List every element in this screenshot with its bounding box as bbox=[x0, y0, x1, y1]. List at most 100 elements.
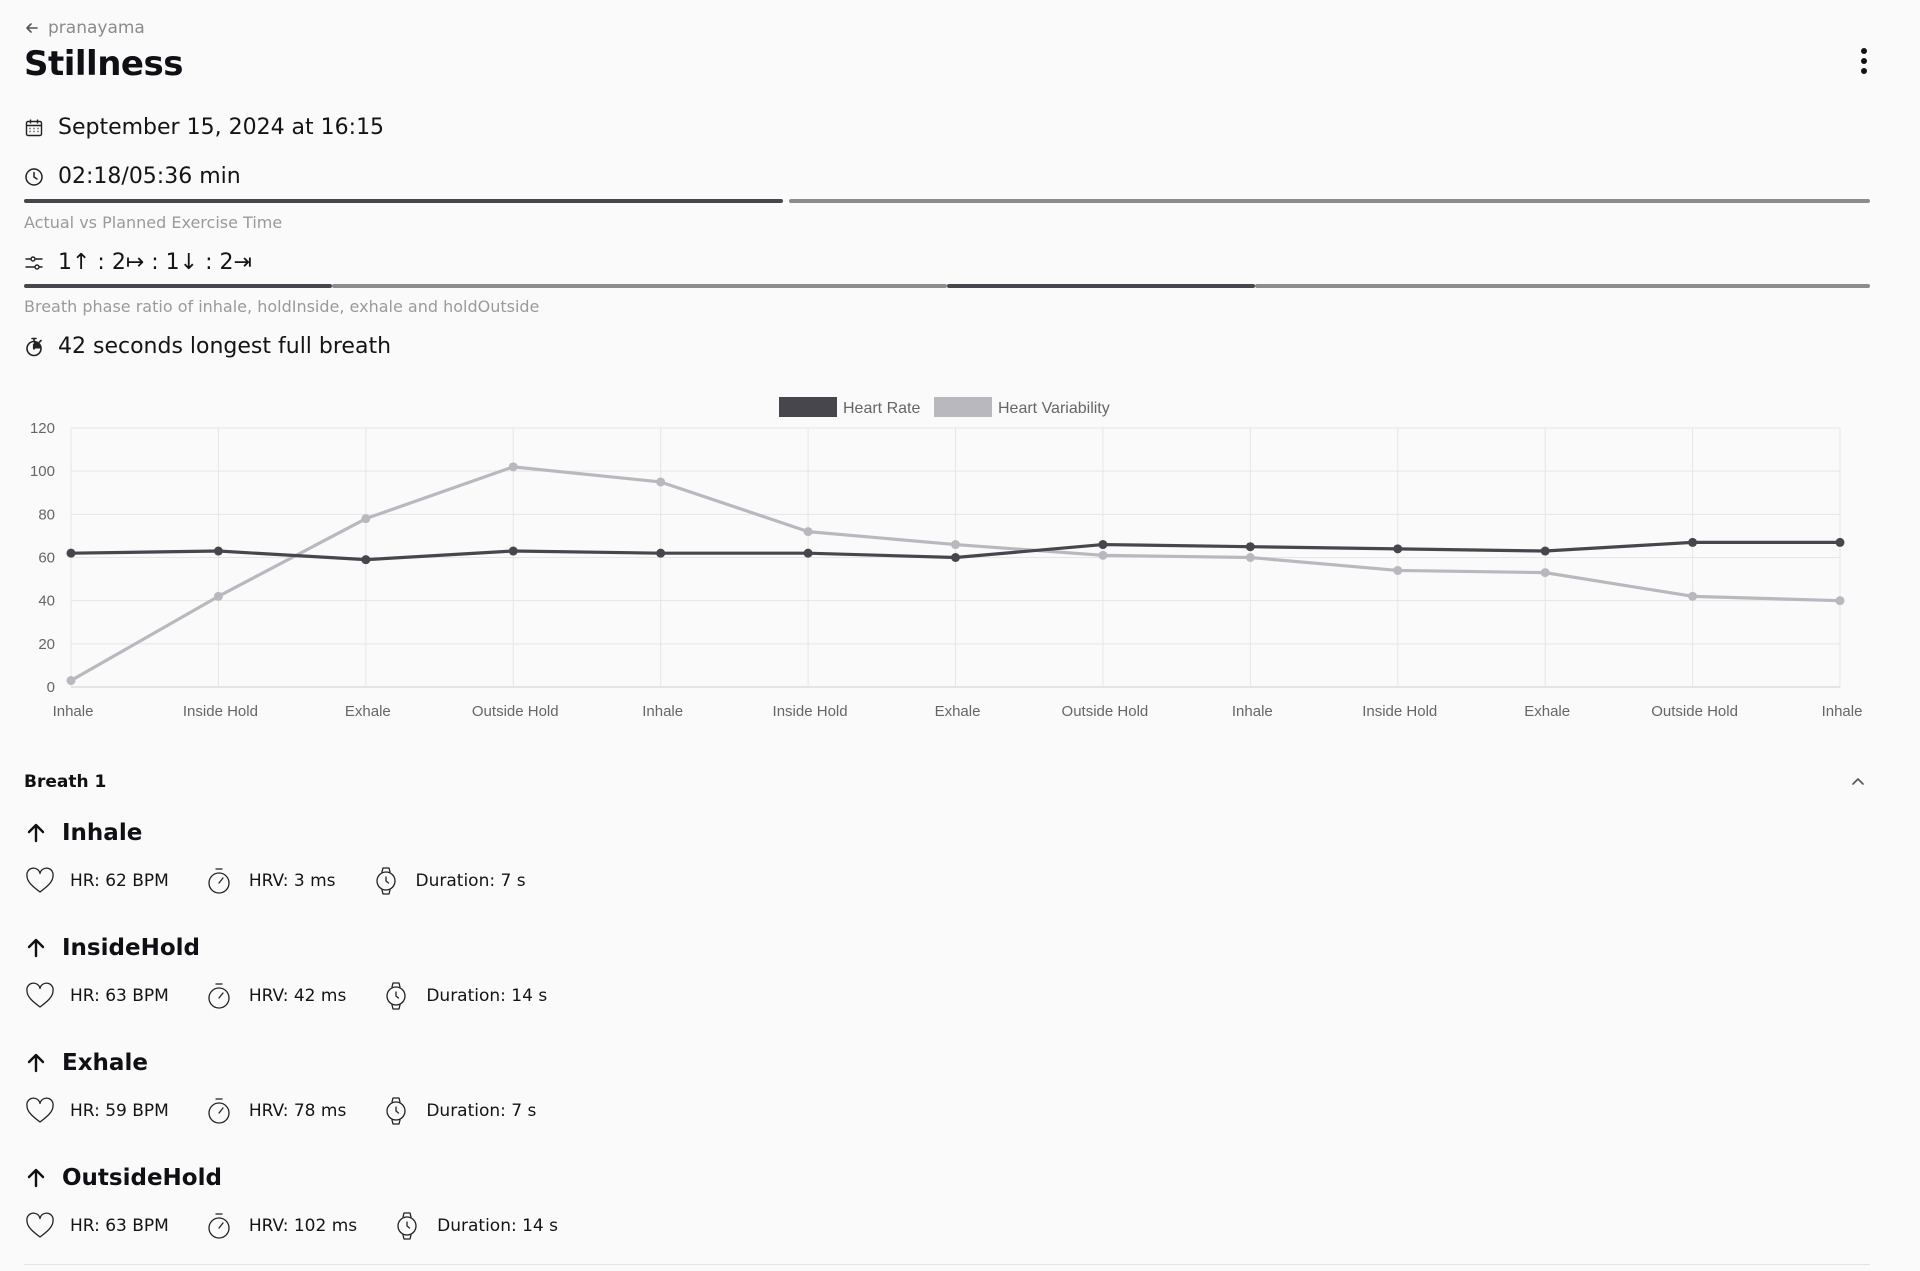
back-link[interactable]: pranayama bbox=[24, 18, 145, 38]
x-tick-label: Inhale bbox=[1822, 703, 1863, 720]
y-tick-label: 80 bbox=[38, 506, 55, 523]
time-progress-actual bbox=[24, 199, 783, 203]
heart-chart: 0 20 40 60 80 100 120 Inhale Inside Hold Exhale Ou… bbox=[30, 397, 1863, 720]
data-point bbox=[1098, 540, 1108, 550]
session-time-row: 02:18/05:36 min bbox=[24, 164, 241, 189]
phase-heading: Exhale bbox=[24, 1050, 148, 1076]
timer-icon bbox=[208, 983, 230, 1009]
x-tick-label: Exhale bbox=[935, 703, 981, 720]
phase-metrics: HR: 63 BPM HRV: 42 ms Duration: 14 s bbox=[24, 980, 581, 1012]
time-caption: Actual vs Planned Exercise Time bbox=[24, 213, 283, 232]
data-point bbox=[213, 591, 223, 601]
phase-name: Exhale bbox=[62, 1050, 148, 1076]
arrow-up-icon bbox=[27, 1053, 45, 1073]
timer-icon bbox=[208, 1098, 230, 1124]
y-tick-label: 120 bbox=[30, 420, 55, 437]
x-tick-label: Inhale bbox=[1232, 703, 1273, 720]
data-point bbox=[656, 477, 666, 487]
ratio-inhale bbox=[24, 284, 332, 288]
longest-breath: 42 seconds longest full breath bbox=[58, 334, 392, 359]
more-options-button[interactable] bbox=[1850, 46, 1878, 80]
clock-icon bbox=[25, 167, 43, 186]
phase-name: InsideHold bbox=[62, 935, 200, 961]
session-time: 02:18/05:36 min bbox=[58, 164, 241, 189]
x-tick-label: Inside Hold bbox=[773, 703, 848, 720]
duration-metric: Duration: 7 s bbox=[370, 865, 526, 897]
hrv-value: HRV: 42 ms bbox=[248, 986, 347, 1006]
legend-label: Heart Rate bbox=[843, 400, 920, 417]
heart-icon bbox=[26, 1212, 54, 1238]
session-date-row: September 15, 2024 at 16:15 bbox=[24, 115, 384, 140]
data-point bbox=[1393, 565, 1403, 575]
data-point bbox=[951, 540, 960, 550]
duration-metric: Duration: 14 s bbox=[380, 980, 547, 1012]
data-point bbox=[1098, 550, 1108, 560]
data-point bbox=[66, 676, 76, 686]
arrow-up-icon bbox=[27, 938, 45, 958]
legend-swatch bbox=[934, 397, 992, 417]
hr-value: HR: 59 BPM bbox=[70, 1101, 169, 1121]
data-point bbox=[1540, 568, 1550, 578]
x-tick-label: Inside Hold bbox=[1362, 703, 1437, 720]
duration-metric: Duration: 14 s bbox=[391, 1210, 558, 1242]
collapse-breath-button[interactable] bbox=[1846, 770, 1870, 794]
heart-icon bbox=[26, 982, 54, 1008]
hr-value: HR: 62 BPM bbox=[70, 871, 169, 891]
breath-ratio-row: 1↑ : 2↦ : 1↓ : 2⇥ bbox=[24, 250, 252, 275]
chevron-up-icon bbox=[1852, 778, 1864, 785]
phase-metrics: HR: 59 BPM HRV: 78 ms Duration: 7 s bbox=[24, 1095, 570, 1127]
timer-icon bbox=[208, 868, 230, 894]
y-tick-label: 20 bbox=[38, 636, 55, 653]
hrv-metric: HRV: 42 ms bbox=[203, 980, 347, 1012]
data-point bbox=[213, 546, 223, 556]
hr-value: HR: 63 BPM bbox=[70, 986, 169, 1006]
stopwatch-icon bbox=[26, 337, 42, 356]
phase-heading: Inhale bbox=[24, 820, 142, 846]
ratio-exhale bbox=[947, 284, 1255, 288]
hr-metric: HR: 62 BPM bbox=[24, 865, 169, 897]
time-progress-bar bbox=[24, 199, 1870, 205]
data-point bbox=[1835, 537, 1845, 547]
arrow-up-icon bbox=[27, 1168, 45, 1188]
phase-heading: InsideHold bbox=[24, 935, 200, 961]
duration-value: Duration: 14 s bbox=[426, 986, 548, 1006]
x-tick-label: Inhale bbox=[642, 703, 683, 720]
longest-breath-row: 42 seconds longest full breath bbox=[24, 334, 391, 359]
breath-section-title: Breath 1 bbox=[24, 772, 107, 792]
heart-icon bbox=[26, 867, 54, 893]
hrv-value: HRV: 102 ms bbox=[248, 1216, 358, 1236]
data-point bbox=[1245, 542, 1255, 552]
page-title: Stillness bbox=[24, 44, 183, 84]
data-point bbox=[1540, 546, 1550, 556]
duration-value: Duration: 7 s bbox=[415, 871, 526, 891]
back-link-label: pranayama bbox=[48, 18, 145, 38]
watch-icon bbox=[375, 867, 396, 895]
data-point bbox=[361, 555, 371, 565]
legend-swatch bbox=[779, 397, 837, 417]
ratio-hold-outside bbox=[1254, 284, 1870, 288]
more-vertical-icon bbox=[1861, 48, 1867, 74]
session-date: September 15, 2024 at 16:15 bbox=[58, 115, 385, 140]
arrow-up-icon bbox=[27, 823, 45, 843]
data-point bbox=[508, 462, 518, 472]
x-tick-label: Inside Hold bbox=[183, 703, 258, 720]
hrv-metric: HRV: 102 ms bbox=[203, 1210, 357, 1242]
hr-metric: HR: 63 BPM bbox=[24, 1210, 169, 1242]
duration-value: Duration: 14 s bbox=[437, 1216, 558, 1236]
data-point bbox=[803, 527, 813, 537]
y-tick-label: 0 bbox=[47, 679, 55, 696]
x-tick-label: Outside Hold bbox=[1062, 703, 1149, 720]
phase-heading: OutsideHold bbox=[24, 1165, 222, 1191]
breath-ratio: 1↑ : 2↦ : 1↓ : 2⇥ bbox=[58, 250, 252, 275]
x-tick-label: Inhale bbox=[53, 703, 94, 720]
calendar-icon bbox=[25, 119, 43, 136]
hrv-value: HRV: 78 ms bbox=[248, 1101, 347, 1121]
phase-metrics: HR: 62 BPM HRV: 3 ms Duration: 7 s bbox=[24, 865, 560, 897]
legend-label: Heart Variability bbox=[998, 400, 1110, 417]
hrv-metric: HRV: 78 ms bbox=[203, 1095, 347, 1127]
data-point bbox=[1393, 544, 1403, 554]
heart-icon bbox=[26, 1097, 54, 1123]
duration-metric: Duration: 7 s bbox=[380, 1095, 536, 1127]
x-tick-label: Exhale bbox=[1524, 703, 1570, 720]
hrv-value: HRV: 3 ms bbox=[248, 871, 336, 891]
